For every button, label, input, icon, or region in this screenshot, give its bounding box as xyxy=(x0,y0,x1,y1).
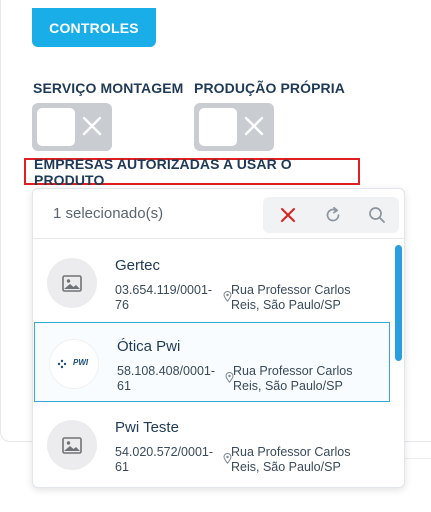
list-item[interactable]: Pwi Teste 54.020.572/0001-61 Rua Profess… xyxy=(33,404,389,484)
selected-count: 1 selecionado(s) xyxy=(53,205,164,222)
servico-montagem-label: SERVIÇO MONTAGEM xyxy=(33,80,184,96)
list-item[interactable]: Gertec 03.654.119/0001-76 Rua Professor … xyxy=(33,242,389,322)
refresh-icon[interactable] xyxy=(323,205,343,225)
company-cnpj: 54.020.572/0001-61 xyxy=(115,445,214,474)
image-placeholder-icon xyxy=(62,436,82,454)
close-icon xyxy=(82,116,102,136)
scrollbar[interactable] xyxy=(395,245,402,361)
servico-montagem-toggle[interactable] xyxy=(32,103,112,151)
company-logo: PWI xyxy=(49,339,99,389)
image-placeholder-icon xyxy=(62,274,82,292)
company-address: Rua Professor Carlos Reis, São Paulo/SP xyxy=(231,445,351,474)
toggle-knob xyxy=(199,108,237,146)
avatar xyxy=(47,258,97,308)
avatar xyxy=(47,420,97,470)
company-cnpj: 03.654.119/0001-76 xyxy=(115,283,213,312)
producao-propria-label: PRODUÇÃO PRÓPRIA xyxy=(194,80,345,96)
tab-controles[interactable]: CONTROLES xyxy=(32,8,156,47)
company-address: Rua Professor Carlos Reis, São Paulo/SP xyxy=(231,283,351,312)
search-icon[interactable] xyxy=(367,205,387,225)
dropdown-header: 1 selecionado(s) xyxy=(33,189,404,239)
company-name: Gertec xyxy=(115,257,161,274)
pwi-logo-text: PWI xyxy=(73,358,89,367)
company-name: Ótica Pwi xyxy=(117,338,181,355)
companies-label: EMPRESAS AUTORIZADAS A USAR O PRODUTO xyxy=(24,155,360,188)
company-name: Pwi Teste xyxy=(115,419,179,436)
company-cnpj: 58.108.408/0001-61 xyxy=(117,364,216,393)
toggle-knob xyxy=(37,108,75,146)
list-item-selected[interactable]: PWI Ótica Pwi 58.108.408/0001-61 Rua Pro… xyxy=(34,322,390,402)
company-address: Rua Professor Carlos Reis, São Paulo/SP xyxy=(233,364,353,393)
producao-propria-toggle[interactable] xyxy=(194,103,274,151)
clear-selection-icon[interactable] xyxy=(278,205,298,225)
dropdown-actions xyxy=(263,197,399,233)
companies-label-text: EMPRESAS AUTORIZADAS A USAR O PRODUTO xyxy=(34,155,292,188)
close-icon xyxy=(244,116,264,136)
companies-dropdown[interactable]: 1 selecionado(s) Gertec 03.654.119/0001-… xyxy=(32,188,405,488)
